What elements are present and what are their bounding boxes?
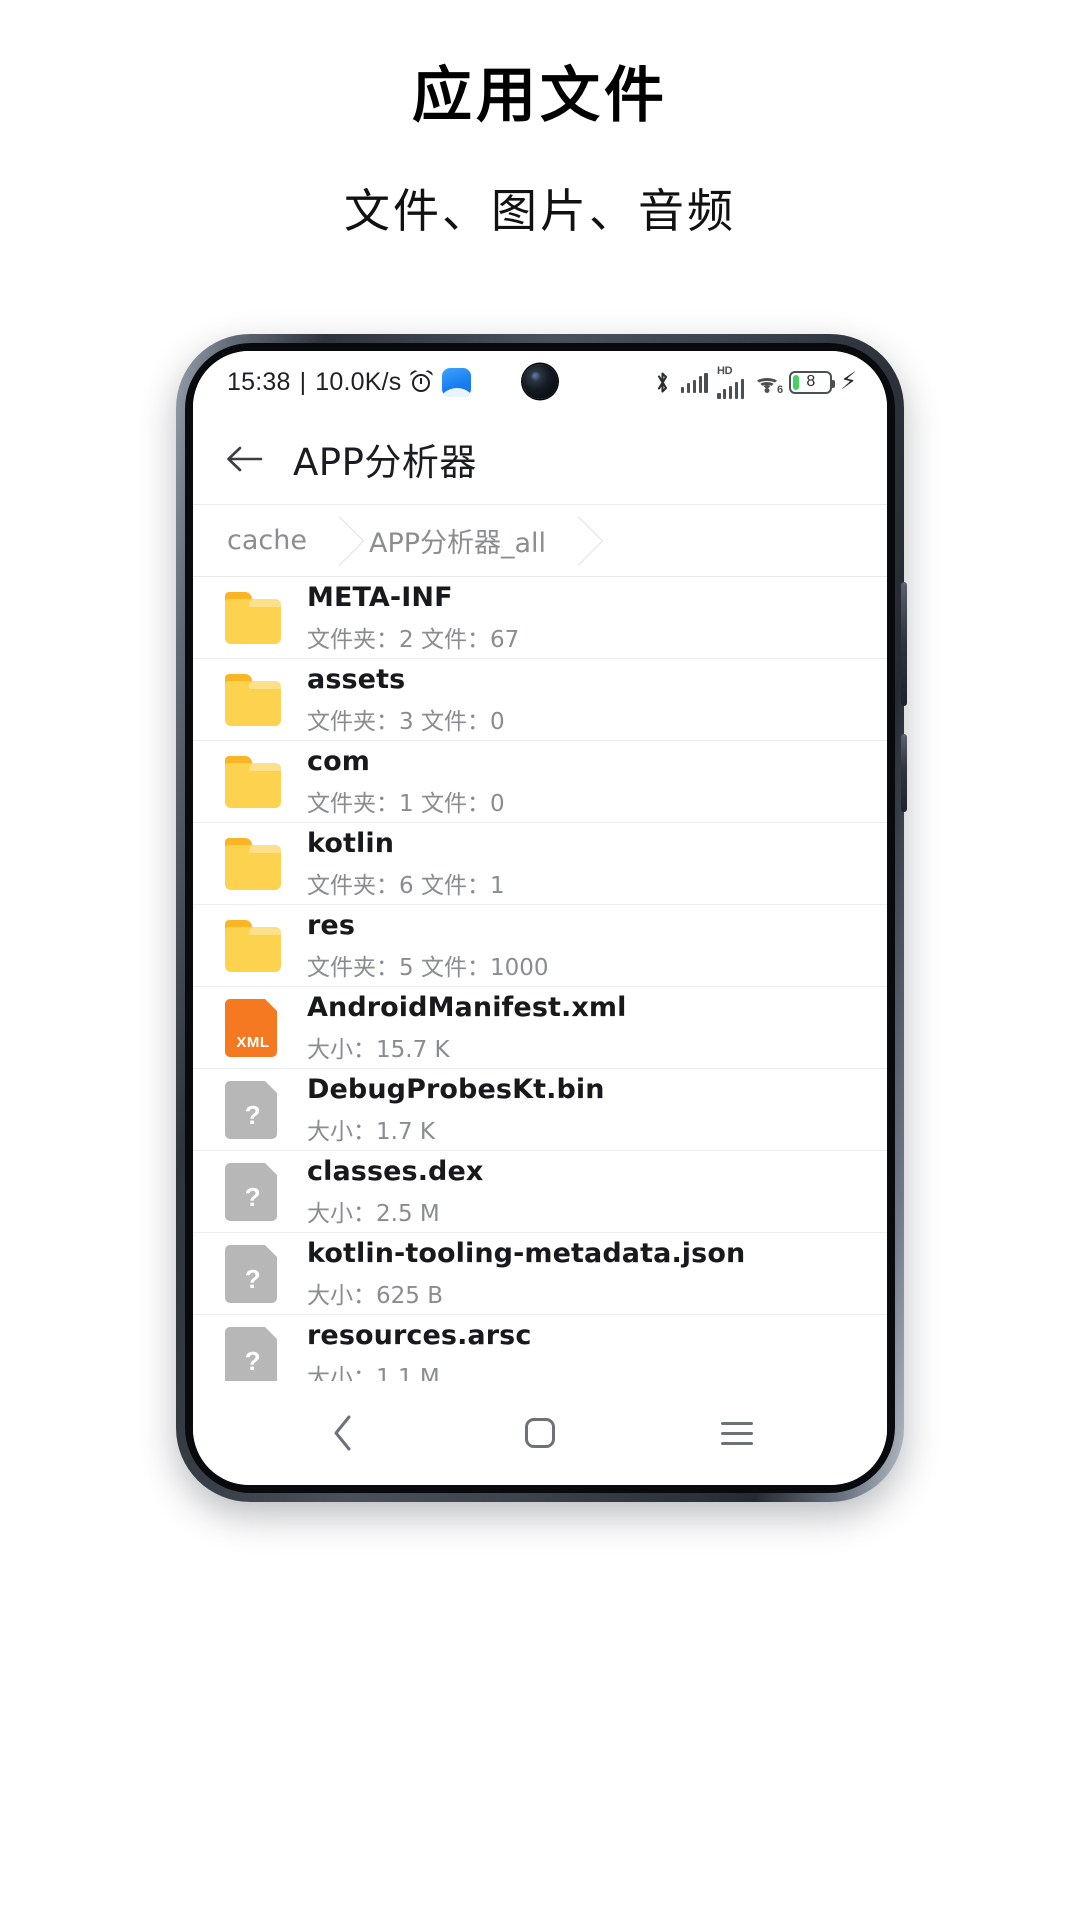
bluetooth-icon <box>653 370 672 395</box>
folder-icon <box>225 836 281 892</box>
list-item[interactable]: ? classes.dex 大小：2.5 M <box>193 1151 887 1233</box>
nav-back-icon[interactable] <box>306 1404 380 1462</box>
folder-icon <box>225 672 281 728</box>
status-separator: | <box>299 367 307 396</box>
file-subtitle: 文件夹：3 文件：0 <box>307 708 505 735</box>
file-list[interactable]: META-INF 文件夹：2 文件：67 assets 文件夹：3 文件：0 c… <box>193 577 887 1381</box>
file-meta: kotlin-tooling-metadata.json 大小：625 B <box>307 1238 745 1310</box>
file-name: kotlin <box>307 827 395 859</box>
file-meta: AndroidManifest.xml 大小：15.7 K <box>307 992 626 1064</box>
file-name: DebugProbesKt.bin <box>307 1073 605 1105</box>
file-subtitle: 文件夹：5 文件：1000 <box>307 954 549 981</box>
volume-button[interactable] <box>901 582 907 706</box>
file-subtitle: 文件夹：2 文件：67 <box>307 626 520 653</box>
list-item[interactable]: assets 文件夹：3 文件：0 <box>193 659 887 741</box>
file-extension-label: ? <box>244 1263 262 1294</box>
file-subtitle: 大小：1.7 K <box>307 1118 435 1145</box>
file-subtitle: 大小：625 B <box>307 1282 443 1309</box>
file-extension-label: ? <box>244 1099 262 1130</box>
file-meta: com 文件夹：1 文件：0 <box>307 746 505 818</box>
hd-label: HD <box>716 364 733 377</box>
hd-cellular-group: HD <box>716 364 745 399</box>
power-button[interactable] <box>901 734 907 812</box>
folder-icon <box>225 918 281 974</box>
app-bar-title: APP分析器 <box>293 440 477 484</box>
back-arrow-icon[interactable] <box>221 436 267 482</box>
page-title: 应用文件 <box>412 61 668 131</box>
file-meta: DebugProbesKt.bin 大小：1.7 K <box>307 1074 605 1146</box>
file-extension-label: ? <box>244 1181 262 1212</box>
unknown-file-icon: ? <box>225 1244 281 1303</box>
file-name: META-INF <box>307 581 453 613</box>
nav-menu-icon[interactable] <box>700 1404 774 1462</box>
file-meta: res 文件夹：5 文件：1000 <box>307 910 548 982</box>
file-subtitle: 大小：2.5 M <box>307 1200 440 1227</box>
list-item[interactable]: res 文件夹：5 文件：1000 <box>193 905 887 987</box>
navigation-bar <box>193 1381 887 1485</box>
promo-header: 应用文件 文件、图片、音频 <box>0 0 1080 241</box>
file-name: classes.dex <box>307 1155 484 1187</box>
status-bar-right: HD 6 8 ⚡ <box>653 364 857 399</box>
cellular-signal-icon <box>680 372 708 393</box>
weather-app-icon <box>442 367 472 397</box>
status-netspeed: 10.0K/s <box>315 367 402 396</box>
folder-icon <box>225 754 281 810</box>
file-meta: resources.arsc 大小：1.1 M <box>307 1320 531 1382</box>
cellular-signal-2-icon <box>716 378 745 399</box>
nav-home-icon[interactable] <box>503 1404 577 1462</box>
list-item[interactable]: kotlin 文件夹：6 文件：1 <box>193 823 887 905</box>
unknown-file-icon: ? <box>225 1326 281 1381</box>
list-item[interactable]: ? DebugProbesKt.bin 大小：1.7 K <box>193 1069 887 1151</box>
list-item[interactable]: com 文件夹：1 文件：0 <box>193 741 887 823</box>
file-subtitle: 文件夹：1 文件：0 <box>307 790 505 817</box>
front-camera-punch-hole <box>522 364 558 399</box>
file-name: com <box>307 745 370 777</box>
list-item[interactable]: ? kotlin-tooling-metadata.json 大小：625 B <box>193 1233 887 1315</box>
charging-bolt-icon: ⚡ <box>840 368 857 395</box>
wifi-generation-label: 6 <box>777 383 784 396</box>
alarm-clock-icon <box>409 368 435 394</box>
breadcrumb: cache APP分析器_all <box>193 505 887 577</box>
file-name: resources.arsc <box>307 1319 532 1351</box>
phone-mockup: 15:38 | 10.0K/s HD 6 8 ⚡ APP分析器 cache AP… <box>176 334 907 1502</box>
file-meta: classes.dex 大小：2.5 M <box>307 1156 483 1228</box>
breadcrumb-item-app-analyzer-all[interactable]: APP分析器_all <box>341 505 580 576</box>
list-item[interactable]: XML AndroidManifest.xml 大小：15.7 K <box>193 987 887 1069</box>
unknown-file-icon: ? <box>225 1162 281 1221</box>
file-name: assets <box>307 663 406 695</box>
status-bar: 15:38 | 10.0K/s HD 6 8 ⚡ <box>193 351 887 413</box>
file-meta: META-INF 文件夹：2 文件：67 <box>307 582 519 654</box>
app-bar: APP分析器 <box>193 413 887 505</box>
file-extension-label: ? <box>244 1345 262 1376</box>
list-item[interactable]: ? resources.arsc 大小：1.1 M <box>193 1315 887 1381</box>
file-name: kotlin-tooling-metadata.json <box>307 1237 746 1269</box>
folder-icon <box>225 590 281 646</box>
unknown-file-icon: ? <box>225 1080 281 1139</box>
phone-screen: 15:38 | 10.0K/s HD 6 8 ⚡ APP分析器 cache AP… <box>193 351 887 1485</box>
xml-file-icon: XML <box>225 998 281 1057</box>
file-subtitle: 大小：15.7 K <box>307 1036 450 1063</box>
page-subtitle: 文件、图片、音频 <box>344 184 736 238</box>
wifi-icon: 6 <box>753 371 784 396</box>
battery-level: 8 <box>806 373 815 390</box>
battery-icon: 8 <box>789 370 836 394</box>
file-subtitle: 大小：1.1 M <box>307 1364 440 1382</box>
file-meta: assets 文件夹：3 文件：0 <box>307 664 505 736</box>
file-name: AndroidManifest.xml <box>307 991 627 1023</box>
file-extension-label: XML <box>236 1033 270 1051</box>
list-item[interactable]: META-INF 文件夹：2 文件：67 <box>193 577 887 659</box>
breadcrumb-item-cache[interactable]: cache <box>199 505 341 576</box>
file-subtitle: 文件夹：6 文件：1 <box>307 872 505 899</box>
file-name: res <box>307 909 355 941</box>
status-bar-left: 15:38 | 10.0K/s <box>227 367 472 397</box>
file-meta: kotlin 文件夹：6 文件：1 <box>307 828 505 900</box>
status-time: 15:38 <box>227 367 291 396</box>
